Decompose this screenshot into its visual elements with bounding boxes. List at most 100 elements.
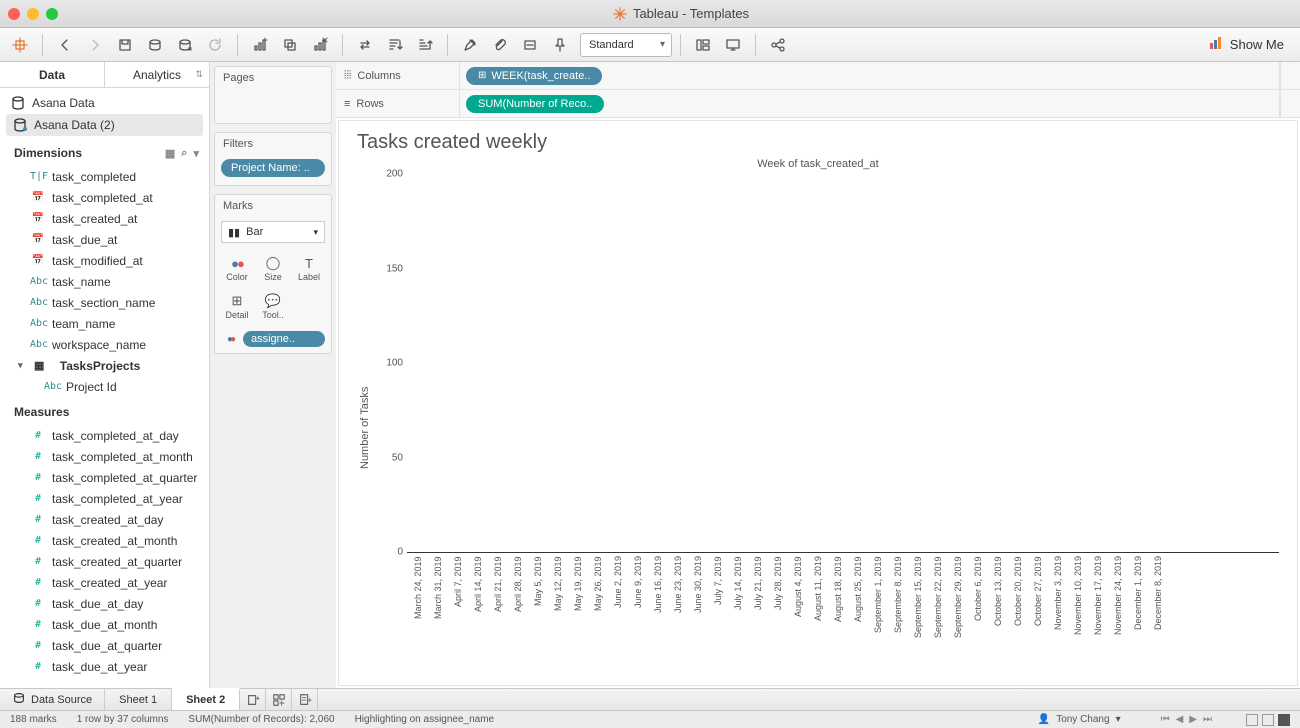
rows-pill[interactable]: SUM(Number of Reco.. bbox=[466, 95, 604, 113]
duplicate-button[interactable] bbox=[276, 32, 304, 58]
field-measure[interactable]: #task_completed_at_quarter bbox=[0, 467, 209, 488]
cards-column: Pages Filters Project Name: .. Marks ▮▮B… bbox=[210, 62, 336, 688]
mark-tooltip-button[interactable]: 💬Tool.. bbox=[255, 287, 291, 325]
datasource-item[interactable]: Asana Data bbox=[0, 92, 209, 114]
field-dimension[interactable]: Abcteam_name bbox=[0, 313, 209, 334]
sheet-tab[interactable]: Sheet 1 bbox=[105, 689, 172, 710]
sort-asc-button[interactable] bbox=[381, 32, 409, 58]
new-dashboard-button[interactable] bbox=[266, 689, 292, 710]
cards-button[interactable] bbox=[689, 32, 717, 58]
new-story-button[interactable] bbox=[292, 689, 318, 710]
window-title: Tableau - Templates bbox=[70, 6, 1292, 21]
back-button[interactable] bbox=[51, 32, 79, 58]
field-dimension[interactable]: Abctask_name bbox=[0, 271, 209, 292]
chart-canvas[interactable]: Tasks created weekly Week of task_create… bbox=[338, 120, 1298, 686]
view-small-icon[interactable] bbox=[1246, 714, 1258, 726]
fit-dropdown[interactable]: Standard bbox=[580, 33, 672, 57]
tab-data[interactable]: Data bbox=[0, 62, 105, 87]
refresh-button[interactable] bbox=[201, 32, 229, 58]
close-window-button[interactable] bbox=[8, 8, 20, 20]
marks-card: Marks ▮▮Bar ●●Color ◯Size TLabel ⊞Detail… bbox=[214, 194, 332, 354]
view-med-icon[interactable] bbox=[1262, 714, 1274, 726]
zoom-window-button[interactable] bbox=[46, 8, 58, 20]
new-sheet-button[interactable] bbox=[240, 689, 266, 710]
field-measure[interactable]: #task_completed_at_year bbox=[0, 488, 209, 509]
field-measure[interactable]: #task_created_at_year bbox=[0, 572, 209, 593]
sort-desc-button[interactable] bbox=[411, 32, 439, 58]
x-tick-label: March 31, 2019 bbox=[433, 556, 451, 681]
clear-button[interactable] bbox=[306, 32, 334, 58]
shelf-handle[interactable] bbox=[1280, 62, 1300, 89]
show-me-button[interactable]: Show Me bbox=[1198, 35, 1294, 54]
field-dimension[interactable]: Abctask_section_name bbox=[0, 292, 209, 313]
field-dimension[interactable]: T|Ftask_completed bbox=[0, 166, 209, 187]
presentation-button[interactable] bbox=[719, 32, 747, 58]
search-field-icon[interactable]: ⌕ bbox=[181, 147, 187, 160]
label-button[interactable] bbox=[516, 32, 544, 58]
field-measure[interactable]: #task_created_at_month bbox=[0, 530, 209, 551]
field-dimension[interactable]: Abcworkspace_name bbox=[0, 334, 209, 355]
field-measure[interactable]: #task_created_at_day bbox=[0, 509, 209, 530]
save-button[interactable] bbox=[111, 32, 139, 58]
next-icon[interactable]: ▶ bbox=[1189, 714, 1197, 725]
pages-card[interactable]: Pages bbox=[214, 66, 332, 124]
pin-button[interactable] bbox=[546, 32, 574, 58]
new-worksheet-button[interactable] bbox=[246, 32, 274, 58]
columns-pill[interactable]: ⊞WEEK(task_create.. bbox=[466, 67, 602, 85]
field-measure[interactable]: #task_due_at_quarter bbox=[0, 635, 209, 656]
field-dimension[interactable]: 📅task_completed_at bbox=[0, 187, 209, 208]
field-measure[interactable]: #task_due_at_day bbox=[0, 593, 209, 614]
rows-shelf[interactable]: ≡Rows SUM(Number of Reco.. bbox=[336, 90, 1300, 118]
toolbar: Standard Show Me bbox=[0, 28, 1300, 62]
chart-title[interactable]: Tasks created weekly bbox=[357, 131, 1279, 158]
field-measure[interactable]: #task_completed_at_day bbox=[0, 425, 209, 446]
field-measure[interactable]: #task_due_at_month bbox=[0, 614, 209, 635]
datasource-icon bbox=[10, 95, 26, 111]
user-menu-icon[interactable]: ▾ bbox=[1116, 714, 1121, 725]
mark-label-button[interactable]: TLabel bbox=[291, 249, 327, 287]
new-datasource-button[interactable] bbox=[141, 32, 169, 58]
forward-button[interactable] bbox=[81, 32, 109, 58]
field-dimension[interactable]: AbcProject Id bbox=[0, 376, 209, 397]
field-dimension[interactable]: 📅task_created_at bbox=[0, 208, 209, 229]
view-toggle-icon[interactable]: ▦ bbox=[165, 147, 175, 160]
mark-detail-button[interactable]: ⊞Detail bbox=[219, 287, 255, 325]
refresh-datasource-button[interactable] bbox=[171, 32, 199, 58]
minimize-window-button[interactable] bbox=[27, 8, 39, 20]
shelf-handle[interactable] bbox=[1280, 90, 1300, 117]
columns-shelf[interactable]: ⦙⦙⦙Columns ⊞WEEK(task_create.. bbox=[336, 62, 1300, 90]
field-measure[interactable]: #task_due_at_year bbox=[0, 656, 209, 677]
view-large-icon[interactable] bbox=[1278, 714, 1290, 726]
last-icon[interactable]: ⏭ bbox=[1203, 714, 1212, 725]
datasource-tab[interactable]: Data Source bbox=[0, 689, 105, 710]
status-user: Tony Chang bbox=[1056, 714, 1109, 725]
tab-analytics[interactable]: Analytics⇅ bbox=[105, 62, 209, 87]
sheet-tab[interactable]: Sheet 2 bbox=[172, 688, 240, 710]
datasource-item[interactable]: Asana Data (2) bbox=[6, 114, 203, 136]
filters-card[interactable]: Filters Project Name: .. bbox=[214, 132, 332, 186]
x-tick-label: May 12, 2019 bbox=[553, 556, 571, 681]
x-tick-label: November 10, 2019 bbox=[1073, 556, 1091, 681]
mark-color-button[interactable]: ●●Color bbox=[219, 249, 255, 287]
tooltip-icon: 💬 bbox=[265, 292, 281, 310]
tableau-logo-icon[interactable] bbox=[6, 32, 34, 58]
field-dimension[interactable]: 📅task_modified_at bbox=[0, 250, 209, 271]
field-measure[interactable]: #task_created_at_quarter bbox=[0, 551, 209, 572]
mark-size-button[interactable]: ◯Size bbox=[255, 249, 291, 287]
mark-color-pill[interactable]: ●● assigne.. bbox=[221, 331, 325, 347]
swap-button[interactable] bbox=[351, 32, 379, 58]
field-measure[interactable]: #task_completed_at_month bbox=[0, 446, 209, 467]
highlight-button[interactable] bbox=[456, 32, 484, 58]
mark-type-dropdown[interactable]: ▮▮Bar bbox=[221, 221, 325, 243]
field-dimension[interactable]: 📅task_due_at bbox=[0, 229, 209, 250]
x-tick-label: December 1, 2019 bbox=[1133, 556, 1151, 681]
prev-icon[interactable]: ◀ bbox=[1176, 714, 1184, 725]
filter-pill[interactable]: Project Name: .. bbox=[221, 159, 325, 177]
field-type-icon: 📅 bbox=[30, 234, 46, 245]
share-button[interactable] bbox=[764, 32, 792, 58]
field-group[interactable]: ▾▦ TasksProjects bbox=[0, 355, 209, 376]
menu-icon[interactable]: ▾ bbox=[193, 147, 199, 160]
attach-button[interactable] bbox=[486, 32, 514, 58]
x-tick-label: September 22, 2019 bbox=[933, 556, 951, 681]
first-icon[interactable]: ⏮ bbox=[1161, 714, 1170, 725]
